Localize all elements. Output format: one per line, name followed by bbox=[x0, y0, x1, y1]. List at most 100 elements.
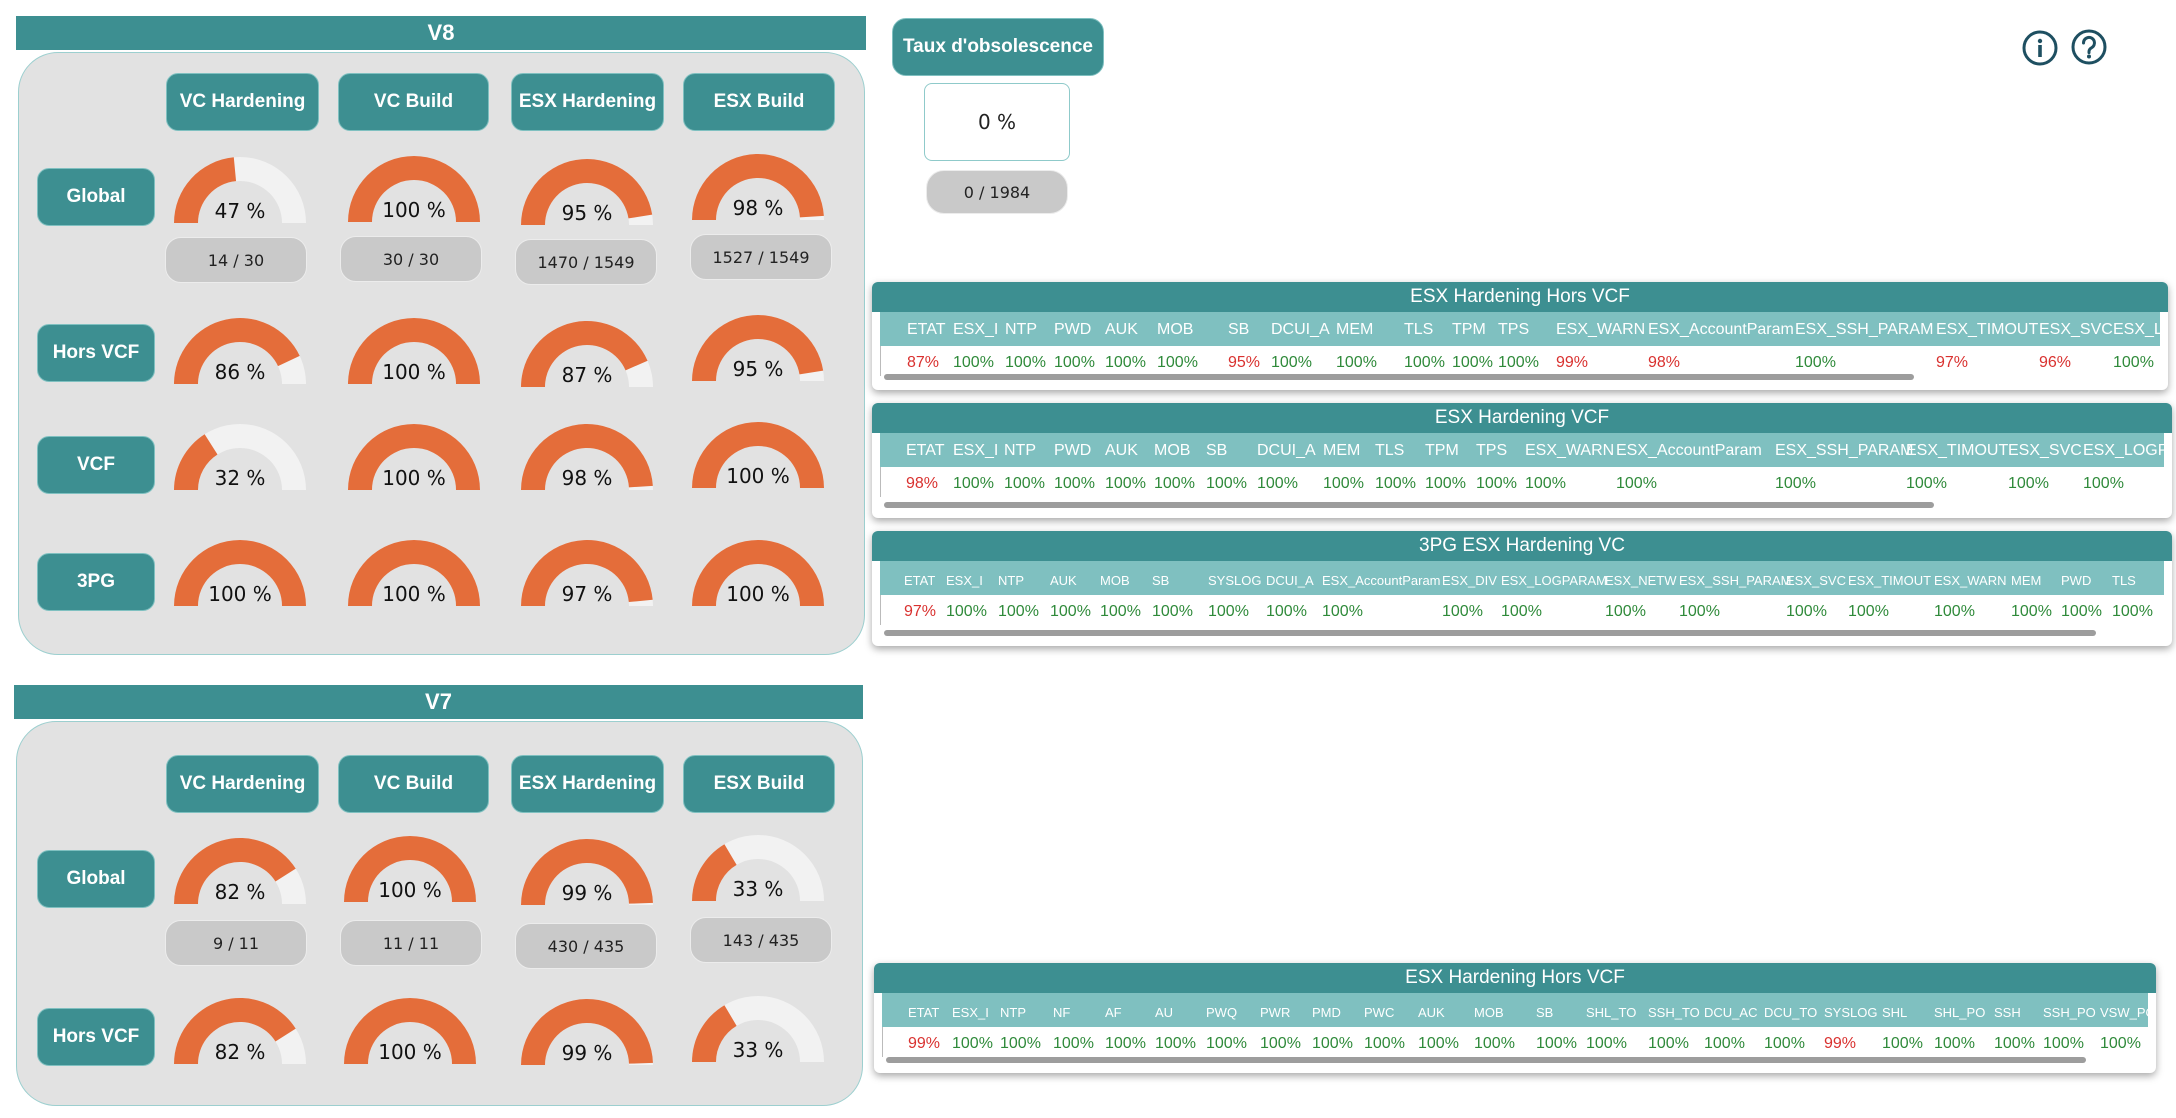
table-header-cell[interactable]: SB bbox=[1536, 1005, 1553, 1020]
help-icon[interactable] bbox=[2071, 29, 2107, 65]
table-header-cell[interactable]: SB bbox=[1206, 442, 1227, 460]
table-header-cell[interactable]: ETAT bbox=[907, 321, 946, 339]
info-icon[interactable] bbox=[2022, 30, 2058, 66]
table-header-cell[interactable]: ESX_LOGPARAM bbox=[1501, 573, 1607, 588]
table-header-cell[interactable]: DCU_TO bbox=[1764, 1005, 1817, 1020]
table-header-cell[interactable]: ESX_I bbox=[953, 321, 998, 339]
v7-col-esx-hardening[interactable]: ESX Hardening bbox=[511, 755, 664, 813]
table-header-cell[interactable]: PWD bbox=[1054, 442, 1091, 460]
table-header-cell[interactable]: ETAT bbox=[904, 573, 935, 588]
table-header-cell[interactable]: NF bbox=[1053, 1005, 1070, 1020]
table-header-cell[interactable]: ESX_I bbox=[953, 442, 998, 460]
v7-row-hors-vcf[interactable]: Hors VCF bbox=[37, 1008, 155, 1066]
v8-col-vc-build[interactable]: VC Build bbox=[338, 73, 489, 131]
v8-col-vc-hardening[interactable]: VC Hardening bbox=[166, 73, 319, 131]
table-header-cell[interactable]: ESX_TIMOUT bbox=[1848, 573, 1931, 588]
table-header-cell[interactable]: ESX_WARN bbox=[1525, 442, 1614, 460]
table-horizontal-scrollbar[interactable] bbox=[886, 1057, 2086, 1063]
table-header-cell[interactable]: DCUI_A bbox=[1266, 573, 1314, 588]
table-header-cell[interactable]: NTP bbox=[1004, 442, 1036, 460]
v7-col-vc-build[interactable]: VC Build bbox=[338, 755, 489, 813]
table-header-cell[interactable]: ETAT bbox=[908, 1005, 939, 1020]
table-header-cell[interactable]: ESX_SVC bbox=[2039, 321, 2113, 339]
table-header-cell[interactable]: ESX_SSH_PARAM bbox=[1795, 321, 1933, 339]
table-header-cell[interactable]: PWR bbox=[1260, 1005, 1290, 1020]
table-header-cell[interactable]: NTP bbox=[998, 573, 1024, 588]
table-header-cell[interactable]: ESX_AccountParam bbox=[1616, 442, 1762, 460]
table-header-cell[interactable]: ESX_AccountParam bbox=[1648, 321, 1794, 339]
table-horizontal-scrollbar[interactable] bbox=[884, 502, 1934, 508]
table-header-cell[interactable]: TPM bbox=[1425, 442, 1459, 460]
v8-row-3pg[interactable]: 3PG bbox=[37, 553, 155, 611]
table-header-cell[interactable]: PWC bbox=[1364, 1005, 1394, 1020]
table-header-cell[interactable]: AF bbox=[1105, 1005, 1122, 1020]
table-header-cell[interactable]: SHL_PO bbox=[1934, 1005, 1985, 1020]
table-header-cell[interactable]: AU bbox=[1155, 1005, 1173, 1020]
table-header-cell[interactable]: SSH_PO bbox=[2043, 1005, 2096, 1020]
table-header-cell[interactable]: MEM bbox=[1336, 321, 1373, 339]
v7-col-esx-build[interactable]: ESX Build bbox=[683, 755, 835, 813]
obsolescence-button[interactable]: Taux d'obsolescence bbox=[892, 18, 1104, 76]
table-header-cell[interactable]: ESX_I bbox=[952, 1005, 989, 1020]
table-header-cell[interactable]: NTP bbox=[1005, 321, 1037, 339]
table-horizontal-scrollbar[interactable] bbox=[884, 374, 1914, 380]
table-header-cell[interactable]: MEM bbox=[2011, 573, 2041, 588]
table-header-cell[interactable]: SHL_TO bbox=[1586, 1005, 1636, 1020]
table-header-cell[interactable]: DCUI_A bbox=[1257, 442, 1316, 460]
table-header-cell[interactable]: AUK bbox=[1105, 321, 1138, 339]
table-header-cell[interactable]: ESX_LC bbox=[2113, 321, 2168, 339]
table-value-cell: 100% bbox=[1004, 475, 1045, 492]
table-header-cell[interactable]: ESX_SSH_PARAM bbox=[1679, 573, 1791, 588]
table-header-cell[interactable]: ESX_WARN bbox=[1934, 573, 2006, 588]
table-header-cell[interactable]: ESX_WARN bbox=[1556, 321, 1645, 339]
table-header-cell[interactable]: AUK bbox=[1050, 573, 1077, 588]
table-header-cell[interactable]: ESX_SSH_PARAM bbox=[1775, 442, 1913, 460]
table-header-cell[interactable]: ESX_I bbox=[946, 573, 983, 588]
table-header-cell[interactable]: SYSLOG bbox=[1208, 573, 1261, 588]
table-header-cell[interactable]: TPM bbox=[1452, 321, 1486, 339]
table-header-cell[interactable]: VSW_PO bbox=[2100, 1005, 2156, 1020]
table-header-cell[interactable]: ESX_TIMOUT bbox=[1936, 321, 2038, 339]
table-header-cell[interactable]: TLS bbox=[2112, 573, 2136, 588]
table-header-cell[interactable]: TLS bbox=[1375, 442, 1404, 460]
v7-col-vc-hardening[interactable]: VC Hardening bbox=[166, 755, 319, 813]
table-header-cell[interactable]: AUK bbox=[1105, 442, 1138, 460]
table-header-cell[interactable]: TPS bbox=[1476, 442, 1507, 460]
table-header-cell[interactable]: ESX_DIV bbox=[1442, 573, 1497, 588]
table-header-cell[interactable]: MOB bbox=[1100, 573, 1130, 588]
table-header-cell[interactable]: SHL bbox=[1882, 1005, 1907, 1020]
table-header-cell[interactable]: SB bbox=[1152, 573, 1169, 588]
v8-row-vcf[interactable]: VCF bbox=[37, 436, 155, 494]
table-header-cell[interactable]: NTP bbox=[1000, 1005, 1026, 1020]
table-header-cell[interactable]: PWQ bbox=[1206, 1005, 1237, 1020]
table-header-cell[interactable]: MEM bbox=[1323, 442, 1360, 460]
table-header-cell[interactable]: TPS bbox=[1498, 321, 1529, 339]
table-header-cell[interactable]: ESX_SVC bbox=[1786, 573, 1846, 588]
table-header-cell[interactable]: MOB bbox=[1157, 321, 1193, 339]
table-header-cell[interactable]: TLS bbox=[1404, 321, 1433, 339]
table-header-cell[interactable]: ESX_SVC bbox=[2008, 442, 2082, 460]
v7-row-global[interactable]: Global bbox=[37, 850, 155, 908]
table-header-cell[interactable]: AUK bbox=[1418, 1005, 1445, 1020]
v8-row-hors-vcf[interactable]: Hors VCF bbox=[37, 324, 155, 382]
v8-col-esx-build[interactable]: ESX Build bbox=[683, 73, 835, 131]
table-header-cell[interactable]: ESX_TIMOUT bbox=[1906, 442, 2008, 460]
table-header-cell[interactable]: PWD bbox=[1054, 321, 1091, 339]
table-header-cell[interactable]: SB bbox=[1228, 321, 1249, 339]
table-header-cell[interactable]: ETAT bbox=[906, 442, 945, 460]
table-horizontal-scrollbar[interactable] bbox=[884, 630, 2096, 636]
table-header-cell[interactable]: ESX_NETW bbox=[1605, 573, 1677, 588]
table-header-cell[interactable]: DCU_AC bbox=[1704, 1005, 1757, 1020]
table-header-cell[interactable]: ESX_LOGPA bbox=[2083, 442, 2172, 460]
table-header-cell[interactable]: PMD bbox=[1312, 1005, 1341, 1020]
table-header-cell[interactable]: SSH bbox=[1994, 1005, 2021, 1020]
table-header-cell[interactable]: MOB bbox=[1154, 442, 1190, 460]
table-header-cell[interactable]: PWD bbox=[2061, 573, 2091, 588]
table-header-cell[interactable]: ESX_AccountParam bbox=[1322, 573, 1441, 588]
v8-row-global[interactable]: Global bbox=[37, 168, 155, 226]
table-header-cell[interactable]: SYSLOG bbox=[1824, 1005, 1877, 1020]
table-header-cell[interactable]: MOB bbox=[1474, 1005, 1504, 1020]
table-header-cell[interactable]: DCUI_A bbox=[1271, 321, 1330, 339]
v8-col-esx-hardening[interactable]: ESX Hardening bbox=[511, 73, 664, 131]
table-header-cell[interactable]: SSH_TO bbox=[1648, 1005, 1700, 1020]
